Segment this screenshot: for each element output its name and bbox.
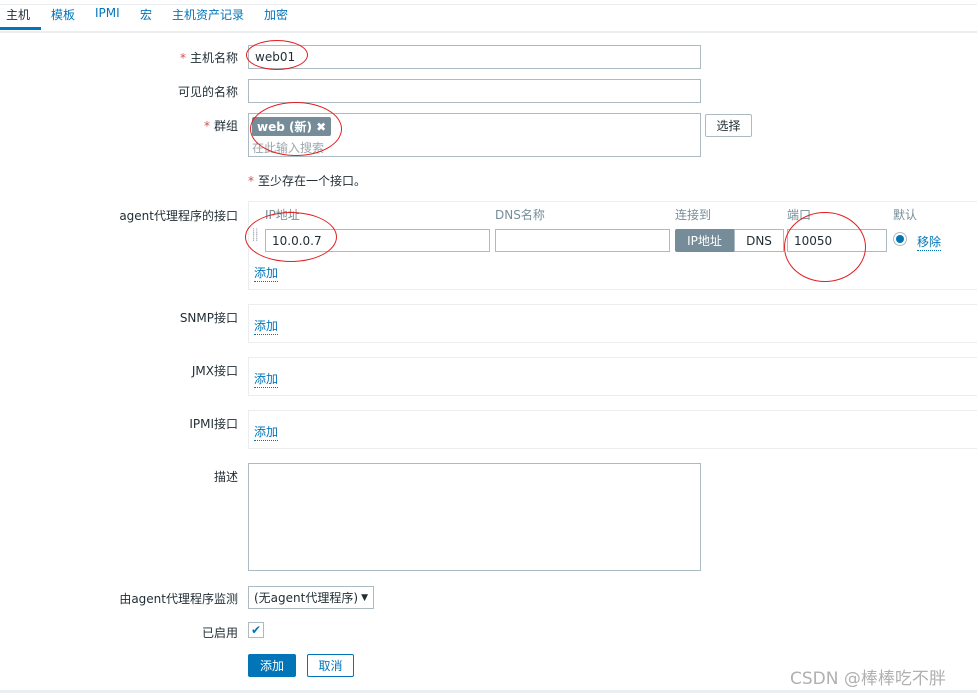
select-groups-button[interactable]: 选择 — [705, 114, 752, 137]
connect-dns-toggle[interactable]: DNS — [734, 229, 784, 252]
add-jmx-link[interactable]: 添加 — [254, 370, 279, 388]
add-agent-interface-link[interactable]: 添加 — [254, 264, 279, 282]
ipmi-block — [248, 410, 977, 449]
jmx-label: JMX接口 — [191, 364, 238, 378]
visible-name-label: 可见的名称 — [177, 85, 238, 99]
tab-encryption[interactable]: 加密 — [264, 6, 288, 23]
ip-input[interactable]: 10.0.0.7 — [265, 229, 490, 252]
description-label: 描述 — [213, 470, 238, 484]
add-button[interactable]: 添加 — [248, 654, 296, 677]
add-snmp-link[interactable]: 添加 — [254, 317, 279, 335]
dns-input[interactable] — [495, 229, 670, 252]
snmp-label: SNMP接口 — [179, 311, 238, 325]
tab-templates[interactable]: 模板 — [51, 6, 75, 23]
groups-multiselect[interactable]: web (新) ✖ 在此输入搜索 — [248, 113, 701, 157]
connect-ip-toggle[interactable]: IP地址 — [675, 229, 734, 252]
remove-tag-icon[interactable]: ✖ — [316, 120, 326, 134]
ipmi-label: IPMI接口 — [189, 417, 238, 431]
proxy-select[interactable]: (无agent代理程序) ▼ — [248, 586, 374, 609]
tab-macros[interactable]: 宏 — [140, 6, 152, 23]
host-name-label: * 主机名称 — [179, 51, 238, 65]
tab-host[interactable]: 主机 — [6, 6, 30, 23]
dropdown-arrow-icon: ▼ — [361, 592, 368, 603]
port-input[interactable]: 10050 — [787, 229, 887, 252]
col-dns: DNS名称 — [495, 208, 545, 222]
group-search-placeholder[interactable]: 在此输入搜索 — [252, 139, 697, 156]
remove-interface-link[interactable]: 移除 — [917, 233, 942, 251]
default-radio[interactable] — [893, 232, 907, 246]
add-ipmi-link[interactable]: 添加 — [254, 423, 279, 441]
watermark: CSDN @棒棒吃不胖 — [790, 669, 946, 689]
col-connect: 连接到 — [675, 208, 712, 222]
cancel-button[interactable]: 取消 — [307, 654, 354, 677]
snmp-block — [248, 304, 977, 343]
active-tab-indicator — [0, 27, 41, 30]
enabled-checkbox[interactable]: ✔ — [248, 622, 264, 638]
interface-note: * 至少存在一个接口。 — [248, 174, 367, 188]
groups-label: * 群组 — [203, 119, 238, 133]
col-default: 默认 — [893, 208, 918, 222]
tab-inventory[interactable]: 主机资产记录 — [172, 6, 244, 23]
tab-ipmi[interactable]: IPMI — [95, 6, 120, 20]
col-ip: IP地址 — [265, 208, 300, 222]
group-tag: web (新) ✖ — [252, 117, 332, 136]
proxy-label: 由agent代理程序监测 — [119, 592, 238, 606]
host-name-input[interactable]: web01 — [248, 45, 701, 69]
agent-interface-label: agent代理程序的接口 — [119, 209, 238, 223]
jmx-block — [248, 357, 977, 396]
enabled-label: 已启用 — [201, 626, 238, 640]
description-textarea[interactable] — [248, 463, 701, 571]
visible-name-input[interactable] — [248, 79, 701, 103]
drag-handle-icon[interactable]: ⁞⁞ ⁞⁞ — [252, 228, 258, 244]
col-port: 端口 — [787, 208, 812, 222]
